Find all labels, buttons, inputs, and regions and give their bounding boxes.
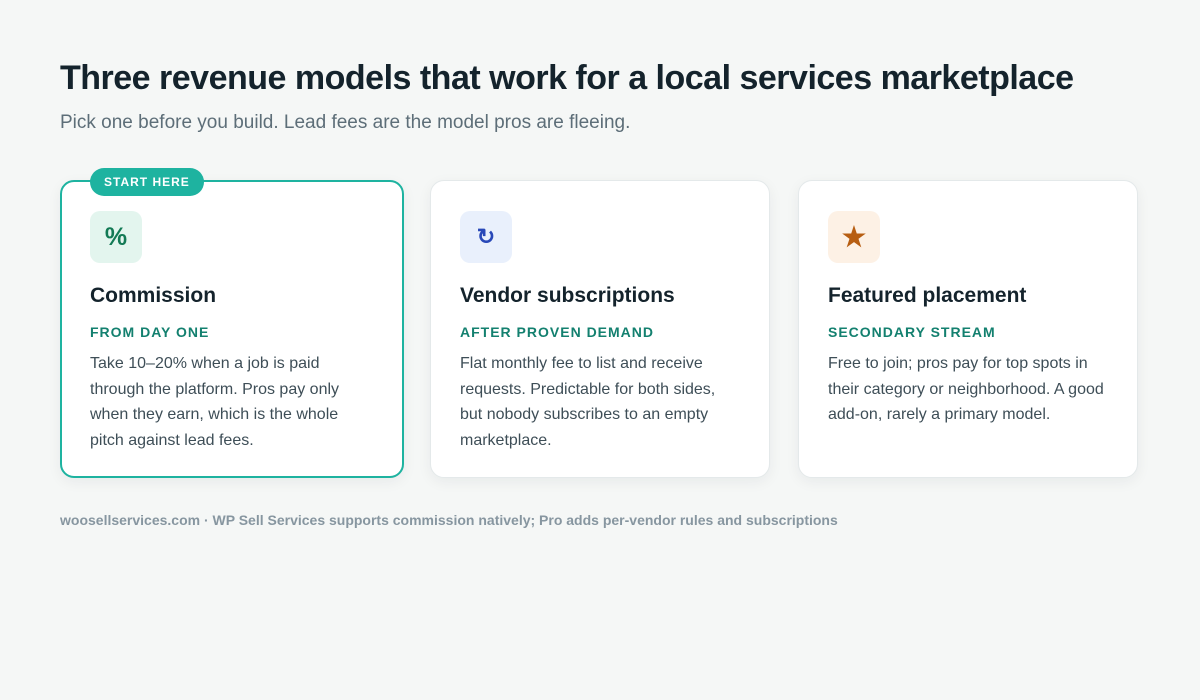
footer-note: woosellservices.com · WP Sell Services s… <box>60 512 838 528</box>
page-content: Three revenue models that work for a loc… <box>60 58 1140 480</box>
page-title: Three revenue models that work for a loc… <box>60 59 1074 97</box>
page-subtitle: Pick one before you build. Lead fees are… <box>60 112 631 133</box>
card-tag: FROM DAY ONE <box>90 324 210 340</box>
card-description: Free to join; pros pay for top spots in … <box>828 355 1104 424</box>
card-vendor-subscriptions: ↻ Vendor subscriptions AFTER PROVEN DEMA… <box>430 180 770 478</box>
card-featured-placement: ★ Featured placement SECONDARY STREAM Fr… <box>798 180 1138 478</box>
revenue-model-cards: START HERE % Commission FROM DAY ONE Tak… <box>60 168 1140 480</box>
card-title: Featured placement <box>828 284 1027 307</box>
percent-icon: % <box>90 211 142 263</box>
card-description: Flat monthly fee to list and receive req… <box>460 355 716 450</box>
card-commission: START HERE % Commission FROM DAY ONE Tak… <box>60 168 404 478</box>
card-title: Vendor subscriptions <box>460 284 675 307</box>
star-icon: ★ <box>828 211 880 263</box>
card-title: Commission <box>90 284 217 307</box>
card-tag: AFTER PROVEN DEMAND <box>460 324 655 340</box>
start-here-badge: START HERE <box>90 168 204 196</box>
card-tag: SECONDARY STREAM <box>828 324 996 340</box>
refresh-icon: ↻ <box>460 211 512 263</box>
card-description: Take 10–20% when a job is paid through t… <box>90 355 340 450</box>
